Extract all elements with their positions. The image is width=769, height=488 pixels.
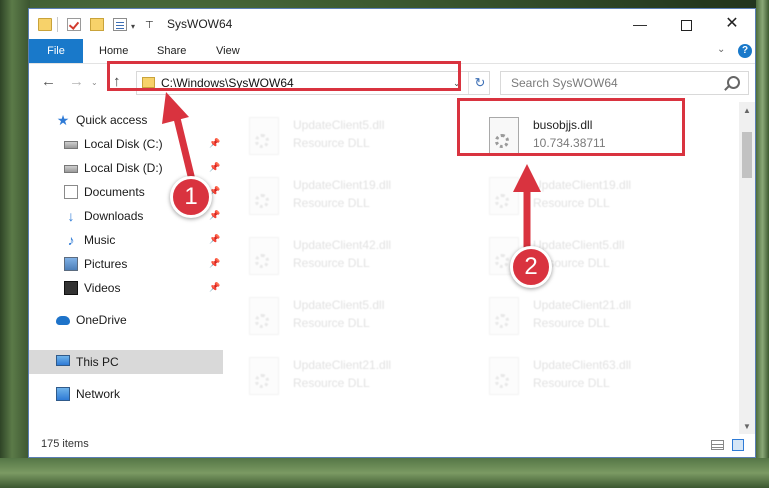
annotation-arrows bbox=[162, 92, 541, 254]
step-2-badge: 2 bbox=[510, 246, 552, 288]
arrow-1 bbox=[162, 92, 196, 184]
step-1-badge: 1 bbox=[170, 176, 212, 218]
arrow-2 bbox=[513, 164, 541, 254]
